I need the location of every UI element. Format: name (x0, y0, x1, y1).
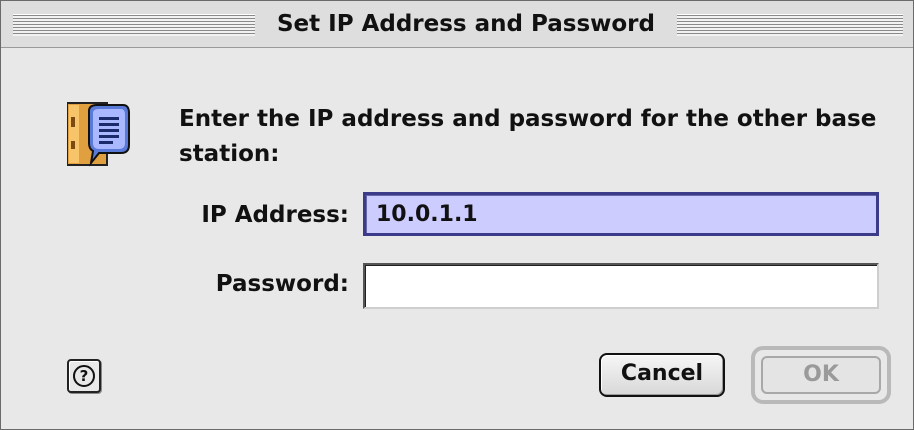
ip-address-label: IP Address: (201, 202, 349, 228)
dialog-prompt: Enter the IP address and password for th… (179, 106, 877, 167)
help-button[interactable]: ? (67, 359, 101, 393)
base-station-info-icon (66, 101, 131, 167)
title-bar-stripes-right (677, 14, 903, 36)
password-field[interactable] (363, 263, 879, 309)
question-mark-icon: ? (73, 365, 95, 387)
title-bar[interactable]: Set IP Address and Password (1, 1, 913, 48)
password-label: Password: (215, 271, 349, 297)
ip-address-field[interactable] (363, 192, 879, 236)
title-bar-stripes-left (13, 14, 255, 36)
cancel-button[interactable]: Cancel (599, 353, 725, 397)
ok-button[interactable]: OK (761, 356, 881, 394)
dialog-title: Set IP Address and Password (255, 10, 677, 38)
set-ip-dialog: Set IP Address and Password Enter the IP… (0, 0, 914, 430)
